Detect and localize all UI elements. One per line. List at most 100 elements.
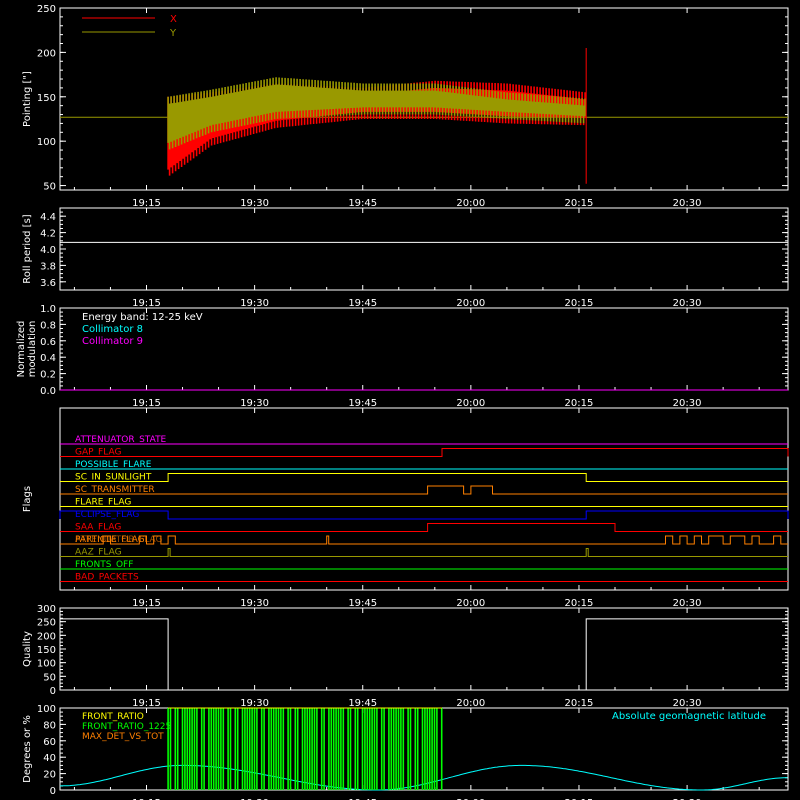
x-tick-label: 20:00	[456, 298, 485, 309]
y-axis-label: Flags	[22, 486, 33, 512]
x-tick-label: 19:30	[240, 198, 269, 209]
y-tick-label: 150	[37, 93, 56, 104]
x-tick-label: 20:30	[673, 398, 702, 409]
x-tick-label: 20:30	[673, 198, 702, 209]
legend-entry: FRONT_RATIO	[82, 712, 144, 722]
y-tick-label: 20	[43, 770, 56, 781]
x-tick-label: 20:00	[456, 198, 485, 209]
y-tick-label: 200	[37, 48, 56, 59]
x-tick-label: 20:00	[456, 598, 485, 609]
x-tick-label: 20:15	[565, 198, 594, 209]
modulation-annotation: Collimator 9	[82, 336, 143, 347]
legend-entry: FRONT_RATIO_1225	[82, 722, 171, 732]
y-tick-label: 4.2	[40, 229, 56, 240]
flag-line	[59, 510, 789, 520]
legend-x-label: X	[170, 14, 177, 25]
flag-label: SC_IN_SUNLIGHT	[75, 473, 152, 483]
x-tick-label: 19:30	[240, 598, 269, 609]
y-tick-label: 50	[43, 182, 56, 193]
x-tick-label: 19:45	[348, 398, 377, 409]
flag-label: POSSIBLE_FLARE	[75, 460, 152, 470]
y-tick-label: 300	[37, 604, 56, 615]
y-tick-label: 1.0	[40, 304, 56, 315]
y-tick-label: 0	[50, 786, 56, 797]
y-tick-label: 3.6	[40, 278, 56, 289]
x-tick-label: 20:15	[565, 298, 594, 309]
series-line	[60, 618, 788, 691]
legend-y-label: Y	[169, 28, 177, 39]
flag-label: SC_TRANSMITTER	[75, 485, 155, 495]
y-axis-label: Roll period [s]	[22, 214, 33, 283]
x-tick-label: 20:15	[565, 398, 594, 409]
flag-line	[60, 448, 789, 457]
series-geomag-latitude	[60, 764, 788, 791]
panel-1	[59, 207, 789, 291]
x-tick-label: 20:30	[673, 598, 702, 609]
x-tick-label: 19:45	[348, 598, 377, 609]
flag-label: ATTENUATOR_STATE	[75, 435, 167, 445]
front-ratio-1225-bars	[167, 708, 443, 790]
panel-4	[59, 607, 789, 691]
modulation-annotation: Collimator 8	[82, 324, 143, 335]
x-tick-label: 19:45	[348, 698, 377, 709]
x-tick-label: 19:15	[132, 298, 161, 309]
x-tick-label: 19:30	[240, 398, 269, 409]
y-tick-label: 4.4	[40, 212, 56, 223]
right-label: Absolute geomagnetic latitude	[612, 711, 766, 722]
y-tick-label: 0.2	[40, 370, 56, 381]
rhessi-summary-plot: 19:15 19:30 19:45 20:00 20:15 20:30 Pointing […	[16, 4, 789, 800]
flag-label-overlap: ATTENUATOR_FLAG	[75, 535, 162, 545]
y-axis-label: Pointing ["]	[22, 71, 33, 127]
y-axis-label-line: modulation	[27, 321, 38, 378]
y-tick-label: 100	[37, 704, 56, 715]
flag-line	[60, 548, 788, 557]
legend-entry: MAX_DET_VS_TOT	[82, 732, 164, 742]
y-tick-label: 0.0	[40, 386, 56, 397]
y-tick-label: 3.8	[40, 261, 56, 272]
y-tick-label: 0.8	[40, 320, 56, 331]
modulation-annotation: Energy band: 12-25 keV	[82, 312, 203, 323]
y-tick-label: 250	[37, 618, 56, 629]
flag-line	[60, 485, 788, 495]
y-axis-label: Degrees or %	[22, 715, 33, 783]
flag-label: BAD_PACKETS	[75, 573, 139, 583]
y-tick-label: 50	[43, 672, 56, 683]
x-tick-label: 19:30	[240, 298, 269, 309]
flag-line	[60, 473, 788, 482]
x-tick-label: 19:15	[132, 198, 161, 209]
x-tick-label: 19:15	[132, 598, 161, 609]
y-axis-label: Quality	[22, 631, 33, 667]
panel-3	[59, 407, 789, 591]
y-tick-label: 0.6	[40, 337, 56, 348]
flag-label: FRONTS_OFF	[75, 560, 133, 570]
x-tick-label: 20:30	[673, 698, 702, 709]
y-tick-label: 80	[43, 720, 56, 731]
y-tick-label: 100	[37, 659, 56, 670]
x-tick-label: 20:00	[456, 398, 485, 409]
x-tick-label: 20:15	[565, 698, 594, 709]
panel-frame	[59, 407, 789, 591]
x-tick-label: 19:15	[132, 398, 161, 409]
y-tick-label: 100	[37, 137, 56, 148]
flag-label: SAA_FLAG	[75, 523, 121, 533]
x-tick-label: 19:15	[132, 698, 161, 709]
flag-label: GAP_FLAG	[75, 448, 121, 458]
y-tick-label: 200	[37, 631, 56, 642]
y-axis-label: Normalizedmodulation	[16, 321, 38, 378]
flag-label: FLARE_FLAG	[75, 498, 131, 508]
flag-line	[60, 523, 788, 532]
x-tick-label: 19:30	[240, 698, 269, 709]
x-tick-label: 19:45	[348, 298, 377, 309]
y-tick-label: 4.0	[40, 245, 56, 256]
y-tick-label: 0.4	[40, 353, 56, 364]
flag-label: AAZ_FLAG	[75, 548, 122, 558]
panel-frame	[59, 207, 789, 291]
y-tick-label: 150	[37, 645, 56, 656]
panel-frame	[59, 607, 789, 691]
x-tick-label: 20:30	[673, 298, 702, 309]
y-tick-label: 60	[43, 737, 56, 748]
x-tick-label: 19:45	[348, 198, 377, 209]
flag-label: ECLIPSE_FLAG	[75, 510, 139, 520]
y-tick-label: 0	[50, 686, 56, 697]
flag-line	[60, 535, 788, 545]
